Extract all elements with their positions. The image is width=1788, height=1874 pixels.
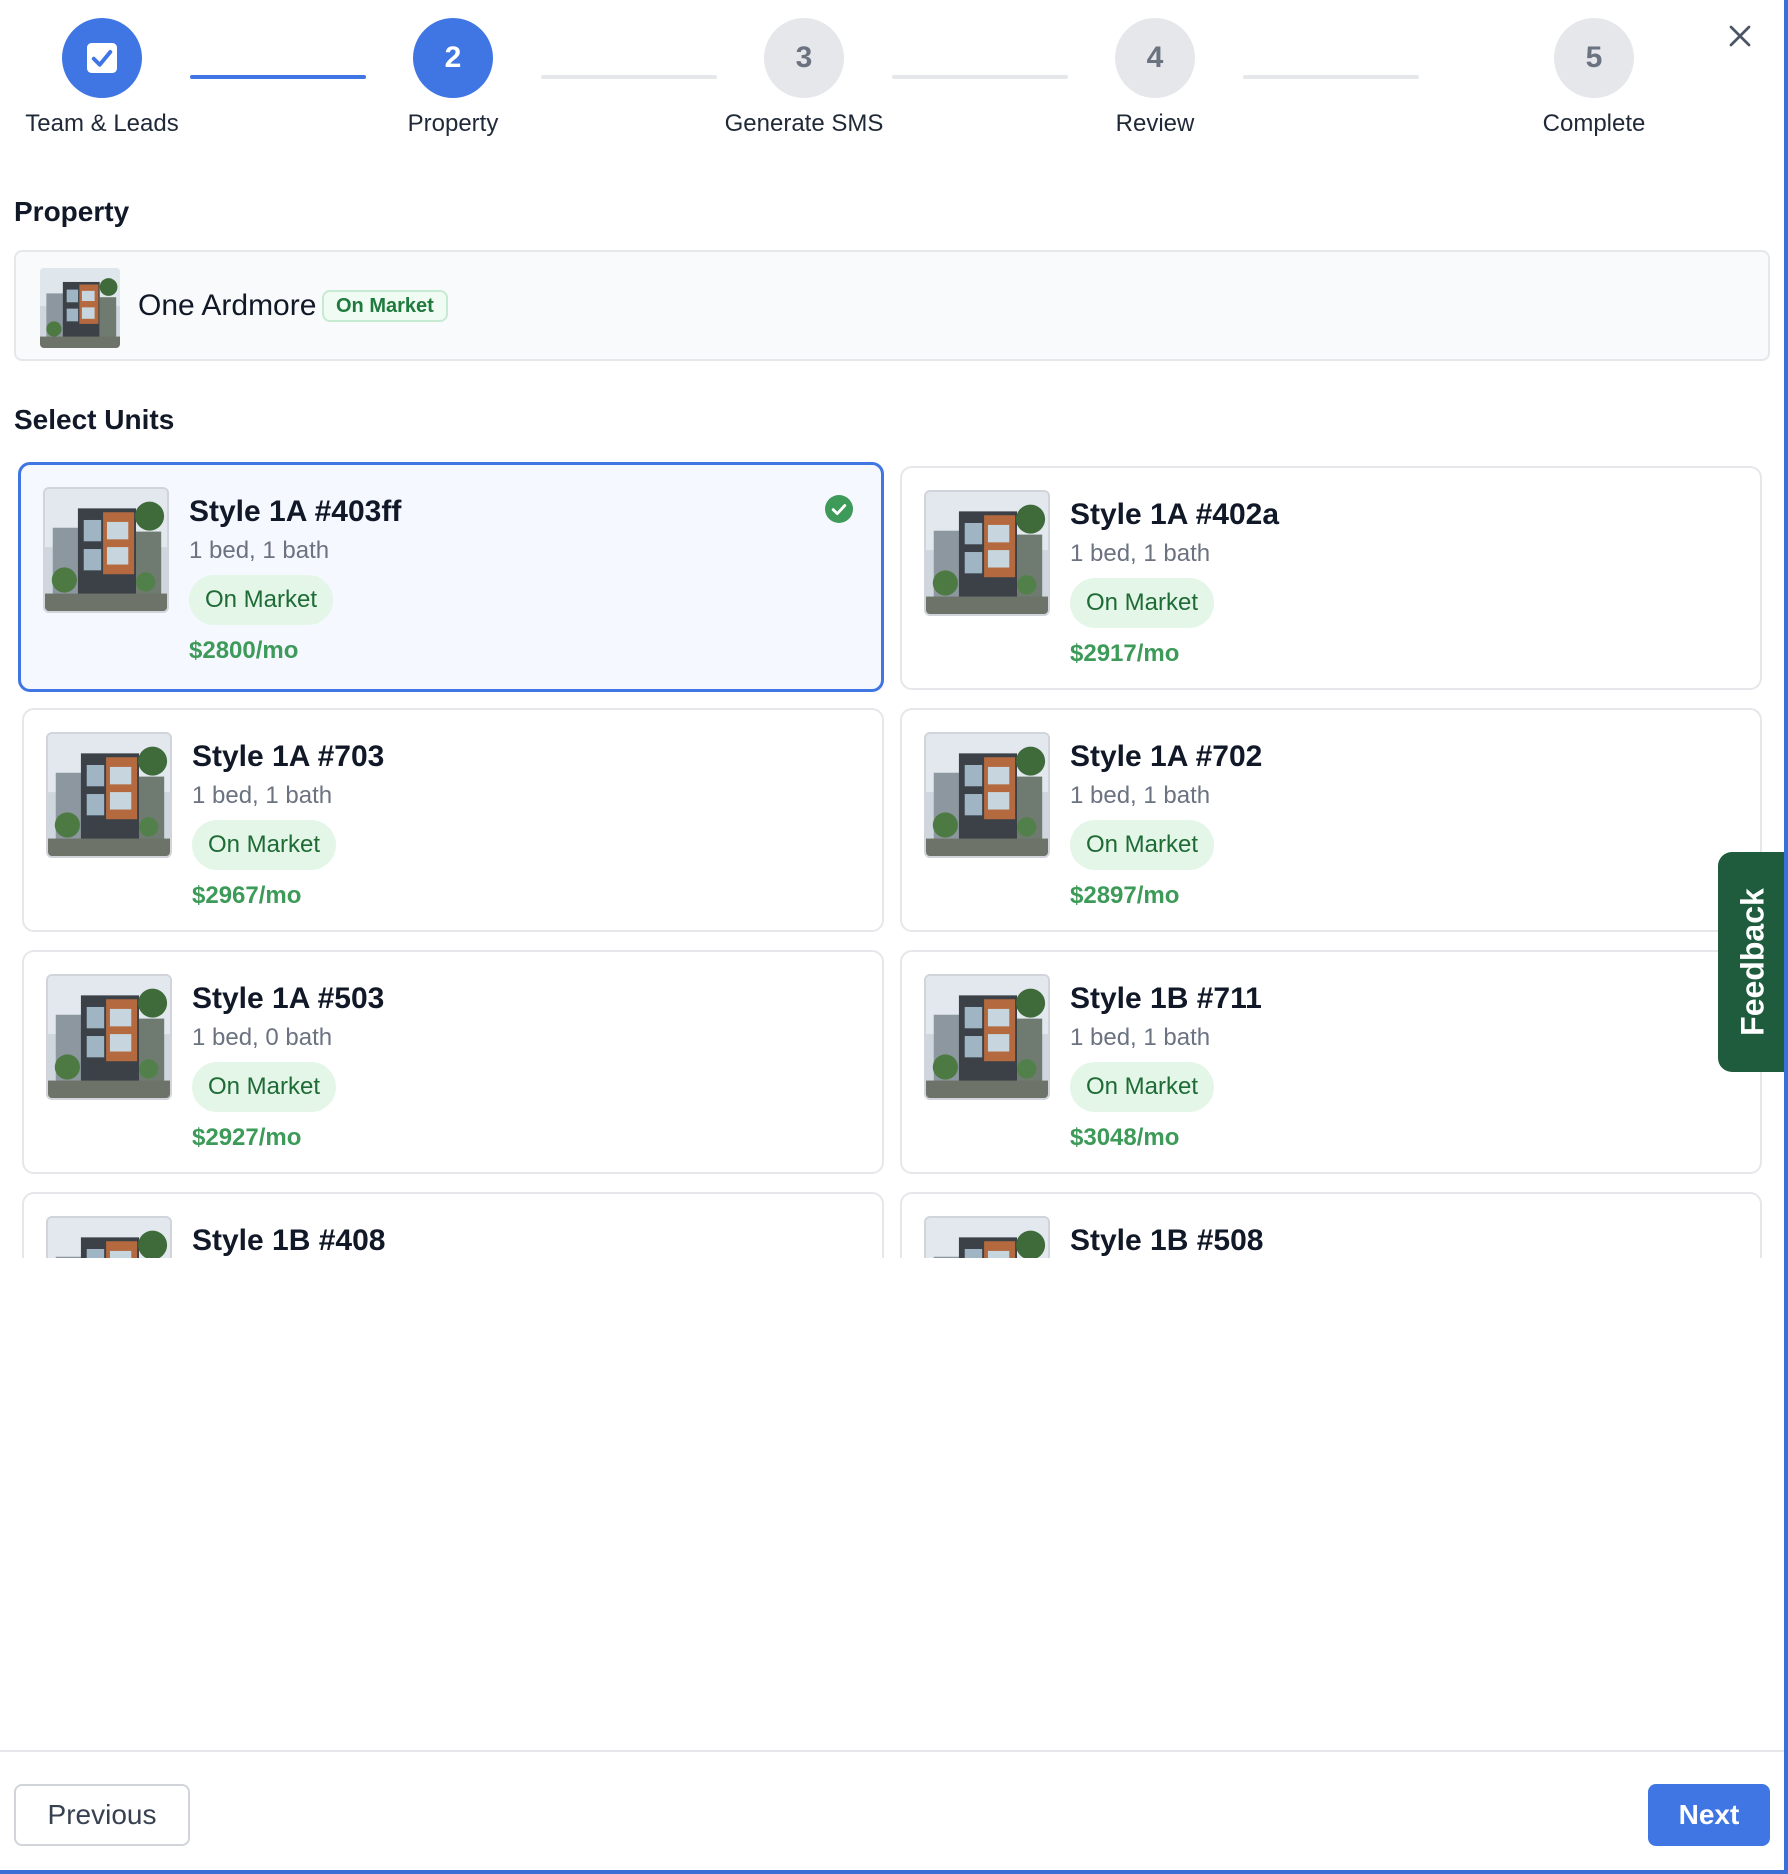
unit-price: $2927/mo: [192, 1124, 302, 1151]
unit-title: Style 1A #503: [192, 982, 385, 1015]
check-circle-icon: [825, 495, 853, 523]
unit-price: $2967/mo: [192, 882, 302, 909]
step-circle: 3: [764, 18, 844, 98]
unit-status-badge: On Market: [1070, 820, 1215, 870]
unit-specs: 1 bed, 1 bath: [189, 537, 330, 564]
step-circle: 2: [413, 18, 493, 98]
modal-border-bottom: [0, 1870, 1788, 1874]
unit-card[interactable]: Style 1A #503 1 bed, 0 bath On Market $2…: [22, 950, 884, 1174]
unit-status-badge: On Market: [192, 820, 337, 870]
step-circle: 4: [1115, 18, 1195, 98]
units-list[interactable]: Style 1A #403ff 1 bed, 1 bath On Market …: [14, 460, 1774, 1258]
property-status-badge: On Market: [322, 290, 448, 322]
step-label: Review: [1115, 110, 1195, 137]
step-label: Team & Leads: [25, 110, 179, 137]
unit-image: [46, 974, 172, 1100]
step-review[interactable]: 4 Review: [1055, 18, 1255, 138]
close-icon: [1729, 25, 1751, 47]
step-team-leads[interactable]: Team & Leads: [2, 18, 202, 138]
close-button[interactable]: [1722, 18, 1758, 54]
unit-title: Style 1A #403ff: [189, 495, 402, 528]
step-connector-3: [892, 75, 1068, 79]
property-heading: Property: [14, 196, 130, 227]
step-property[interactable]: 2 Property: [353, 18, 553, 138]
footer-divider: [0, 1750, 1784, 1752]
unit-image: [924, 974, 1050, 1100]
unit-title: Style 1A #702: [1070, 740, 1263, 773]
step-label: Property: [407, 110, 499, 137]
unit-card[interactable]: Style 1A #702 1 bed, 1 bath On Market $2…: [900, 708, 1762, 932]
unit-image: [43, 487, 169, 613]
unit-price: $3048/mo: [1070, 1124, 1180, 1151]
step-connector-1: [190, 75, 366, 79]
property-name: One Ardmore: [138, 289, 317, 322]
unit-specs: 1 bed, 0 bath: [192, 1024, 333, 1051]
unit-card[interactable]: Style 1B #711 1 bed, 1 bath On Market $3…: [900, 950, 1762, 1174]
unit-image: [46, 732, 172, 858]
unit-card[interactable]: Style 1A #403ff 1 bed, 1 bath On Market …: [18, 462, 884, 692]
unit-card[interactable]: Style 1B #408: [22, 1192, 884, 1258]
unit-title: Style 1A #402a: [1070, 498, 1280, 531]
step-circle: [62, 18, 142, 98]
unit-card[interactable]: Style 1B #508: [900, 1192, 1762, 1258]
property-card: One Ardmore On Market: [14, 250, 1770, 361]
unit-price: $2897/mo: [1070, 882, 1180, 909]
step-generate-sms[interactable]: 3 Generate SMS: [704, 18, 904, 138]
unit-specs: 1 bed, 1 bath: [1070, 782, 1211, 809]
wizard-modal: Team & Leads 2 Property 3 Generate SMS 4…: [0, 0, 1788, 1874]
step-connector-2: [541, 75, 717, 79]
unit-status-badge: On Market: [189, 575, 334, 625]
unit-title: Style 1A #703: [192, 740, 385, 773]
unit-title: Style 1B #408: [192, 1224, 386, 1257]
unit-status-badge: On Market: [192, 1062, 337, 1112]
unit-card[interactable]: Style 1A #402a 1 bed, 1 bath On Market $…: [900, 466, 1762, 690]
property-image: [40, 268, 120, 348]
step-label: Complete: [1542, 110, 1646, 137]
step-circle: 5: [1554, 18, 1634, 98]
unit-image: [46, 1216, 172, 1258]
unit-specs: 1 bed, 1 bath: [1070, 540, 1211, 567]
unit-status-badge: On Market: [1070, 1062, 1215, 1112]
step-label: Generate SMS: [724, 110, 884, 137]
modal-border-right: [1784, 0, 1788, 1874]
unit-specs: 1 bed, 1 bath: [1070, 1024, 1211, 1051]
unit-image: [924, 490, 1050, 616]
step-connector-4: [1243, 75, 1419, 79]
unit-title: Style 1B #508: [1070, 1224, 1264, 1257]
unit-image: [924, 732, 1050, 858]
previous-button[interactable]: Previous: [14, 1784, 190, 1846]
unit-price: $2800/mo: [189, 637, 299, 664]
unit-image: [924, 1216, 1050, 1258]
checkbox-check-icon: [87, 43, 117, 73]
next-button[interactable]: Next: [1648, 1784, 1770, 1846]
unit-price: $2917/mo: [1070, 640, 1180, 667]
feedback-label: Feedback: [1734, 888, 1771, 1036]
unit-status-badge: On Market: [1070, 578, 1215, 628]
feedback-tab[interactable]: Feedback: [1718, 852, 1788, 1072]
stepper: Team & Leads 2 Property 3 Generate SMS 4…: [0, 0, 1788, 150]
select-units-heading: Select Units: [14, 404, 175, 435]
unit-card[interactable]: Style 1A #703 1 bed, 1 bath On Market $2…: [22, 708, 884, 932]
step-complete[interactable]: 5 Complete: [1494, 18, 1694, 138]
unit-title: Style 1B #711: [1070, 982, 1262, 1015]
unit-specs: 1 bed, 1 bath: [192, 782, 333, 809]
